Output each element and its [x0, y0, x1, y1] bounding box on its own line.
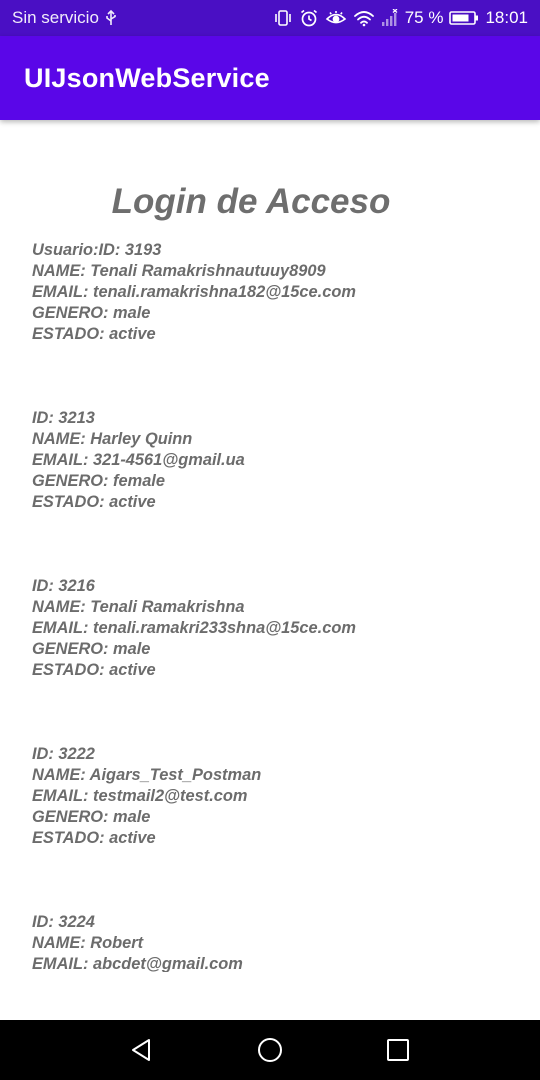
user-status: ESTADO: active	[32, 829, 156, 847]
user-entry: ID: 3224 NAME: Robert EMAIL: abcdet@gmai…	[32, 912, 532, 972]
user-name: NAME: Harley Quinn	[32, 430, 193, 448]
user-email: EMAIL: 321-4561@gmail.ua	[32, 451, 245, 469]
user-id: ID: 3224	[32, 913, 95, 931]
status-right: 75 % 18:01	[273, 8, 528, 28]
user-name: NAME: Tenali Ramakrishna	[32, 598, 245, 616]
user-id: ID: 3222	[32, 745, 95, 763]
app-bar: UIJsonWebService	[0, 36, 540, 120]
recents-icon[interactable]	[378, 1030, 418, 1070]
user-id: ID: 3216	[32, 577, 95, 595]
user-name: NAME: Robert	[32, 934, 144, 952]
page-heading: Login de Acceso	[111, 182, 391, 221]
user-entry: ID: 3222 NAME: Aigars_Test_Postman EMAIL…	[32, 744, 532, 912]
battery-percent: 75 %	[404, 8, 444, 27]
user-status: ESTADO: active	[32, 661, 156, 679]
user-id: ID: 3213	[32, 409, 95, 427]
app-title: UIJsonWebService	[24, 62, 270, 93]
clock: 18:01	[485, 8, 528, 27]
vibrate-icon	[273, 9, 293, 27]
user-entry: Usuario:ID: 3193 NAME: Tenali Ramakrishn…	[32, 240, 532, 408]
eye-comfort-icon	[325, 10, 347, 26]
usb-icon	[105, 9, 117, 27]
wifi-icon	[353, 9, 375, 27]
user-list[interactable]: Usuario:ID: 3193 NAME: Tenali Ramakrishn…	[32, 240, 532, 972]
user-email: EMAIL: abcdet@gmail.com	[32, 955, 243, 972]
user-entry: ID: 3213 NAME: Harley Quinn EMAIL: 321-4…	[32, 408, 532, 576]
user-status: ESTADO: active	[32, 325, 156, 343]
alarm-icon	[299, 8, 319, 28]
user-name: NAME: Aigars_Test_Postman	[32, 766, 262, 784]
carrier-label: Sin servicio	[12, 8, 99, 27]
user-email: EMAIL: tenali.ramakri233shna@15ce.com	[32, 619, 356, 637]
home-icon[interactable]	[250, 1030, 290, 1070]
battery-icon	[449, 10, 479, 26]
user-gender: GENERO: male	[32, 304, 151, 322]
user-entry: ID: 3216 NAME: Tenali Ramakrishna EMAIL:…	[32, 576, 532, 744]
user-email: EMAIL: tenali.ramakrishna182@15ce.com	[32, 283, 356, 301]
back-icon[interactable]	[122, 1030, 162, 1070]
user-gender: GENERO: male	[32, 640, 151, 658]
user-gender: GENERO: female	[32, 472, 165, 490]
signal-icon	[381, 9, 399, 27]
user-id: Usuario:ID: 3193	[32, 241, 162, 259]
navigation-bar	[0, 1020, 540, 1080]
content-area[interactable]: Login de Acceso Usuario:ID: 3193 NAME: T…	[0, 120, 540, 972]
status-bar: Sin servicio 75 % 18:01	[0, 0, 540, 36]
user-gender: GENERO: male	[32, 808, 151, 826]
user-status: ESTADO: active	[32, 493, 156, 511]
user-name: NAME: Tenali Ramakrishnautuuy8909	[32, 262, 326, 280]
status-left: Sin servicio	[12, 8, 117, 28]
user-email: EMAIL: testmail2@test.com	[32, 787, 248, 805]
